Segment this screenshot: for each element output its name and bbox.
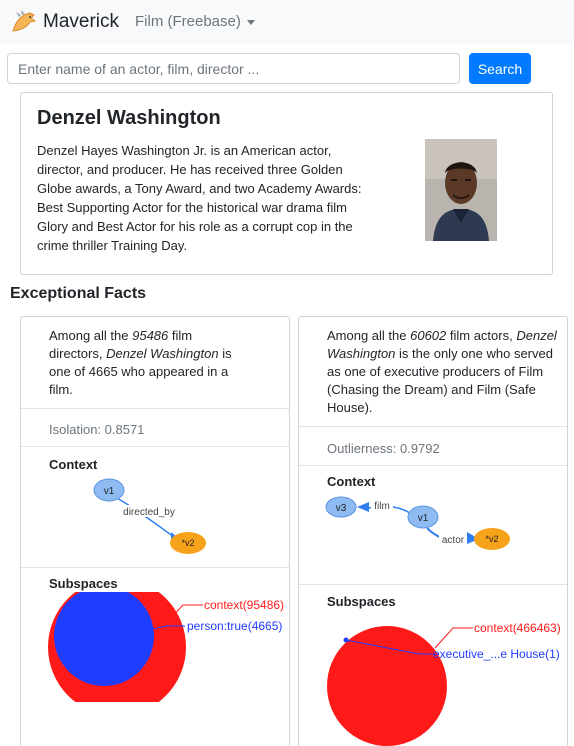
fact-card-outlierness: Among all the 60602 film actors, Denzel …: [298, 316, 568, 746]
subspaces-label: Subspaces: [327, 594, 396, 609]
maverick-logo-icon[interactable]: [10, 9, 38, 35]
entity-card: Denzel Washington Denzel Hayes Washingto…: [20, 92, 553, 275]
section-title: Exceptional Facts: [10, 285, 147, 302]
subspace-count-label: executive_...e House(1): [433, 647, 560, 661]
context-count-label: context(466463): [474, 621, 561, 635]
subspaces-label: Subspaces: [49, 576, 118, 591]
graph-edge-label: directed_by: [123, 507, 175, 518]
graph-edge-label: film: [374, 501, 390, 512]
entity-description: Denzel Hayes Washington Jr. is an Americ…: [37, 143, 362, 253]
navbar: Maverick Film (Freebase): [0, 0, 574, 44]
divider: [299, 426, 567, 427]
subspace-count-label: person:true(4665): [187, 619, 282, 633]
fact-text-middle: film actors,: [446, 328, 517, 343]
search-input[interactable]: [7, 53, 460, 84]
divider: [21, 567, 289, 568]
isolation-score: Isolation: 0.8571: [49, 422, 145, 437]
fact-text: Among all the 95486 film directors, Denz…: [49, 327, 249, 399]
context-graph: v1 *v2 directed_by: [93, 478, 206, 554]
fact-card-isolation: Among all the 95486 film directors, Denz…: [20, 316, 290, 746]
subspaces-venn: context(466463) executive_...e House(1): [327, 621, 561, 746]
fact-text-prefix: Among all the: [327, 328, 411, 343]
context-label: Context: [49, 457, 98, 472]
fact-text: Among all the 60602 film actors, Denzel …: [327, 327, 557, 417]
context-label: Context: [327, 474, 376, 489]
arrow-head-icon: [357, 502, 369, 512]
entity-name: Denzel Washington: [37, 107, 221, 129]
fact-entity: Denzel Washington: [106, 346, 219, 361]
search-button[interactable]: Search: [469, 53, 531, 84]
fact-text-prefix: Among all the: [49, 328, 133, 343]
divider: [299, 465, 567, 466]
dataset-dropdown[interactable]: Film (Freebase): [135, 13, 255, 30]
fact-total: 60602: [410, 328, 447, 343]
graph-node-label: *v2: [181, 538, 194, 548]
leader-line: [434, 627, 473, 649]
context-count-label: context(95486): [204, 598, 284, 612]
brand-name[interactable]: Maverick: [43, 11, 119, 33]
graph-node-label: v1: [104, 486, 115, 497]
context-graph: v3 v1 *v2 film actor: [325, 496, 510, 550]
entity-photo: [425, 139, 497, 241]
chevron-down-icon: [246, 19, 255, 25]
divider: [21, 446, 289, 447]
graph-node-label: v1: [418, 513, 429, 524]
context-circle: [327, 626, 447, 746]
outlierness-score: Outlierness: 0.9792: [327, 441, 440, 456]
graph-edge-label: actor: [442, 535, 465, 546]
fact-total: 95486: [132, 328, 169, 343]
graph-node-label: *v2: [485, 534, 498, 544]
divider: [21, 408, 289, 409]
dataset-dropdown-label: Film (Freebase): [135, 13, 241, 30]
graph-node-label: v3: [336, 503, 347, 514]
divider: [299, 584, 567, 585]
subspaces-venn: context(95486) person:true(4665): [48, 592, 284, 702]
